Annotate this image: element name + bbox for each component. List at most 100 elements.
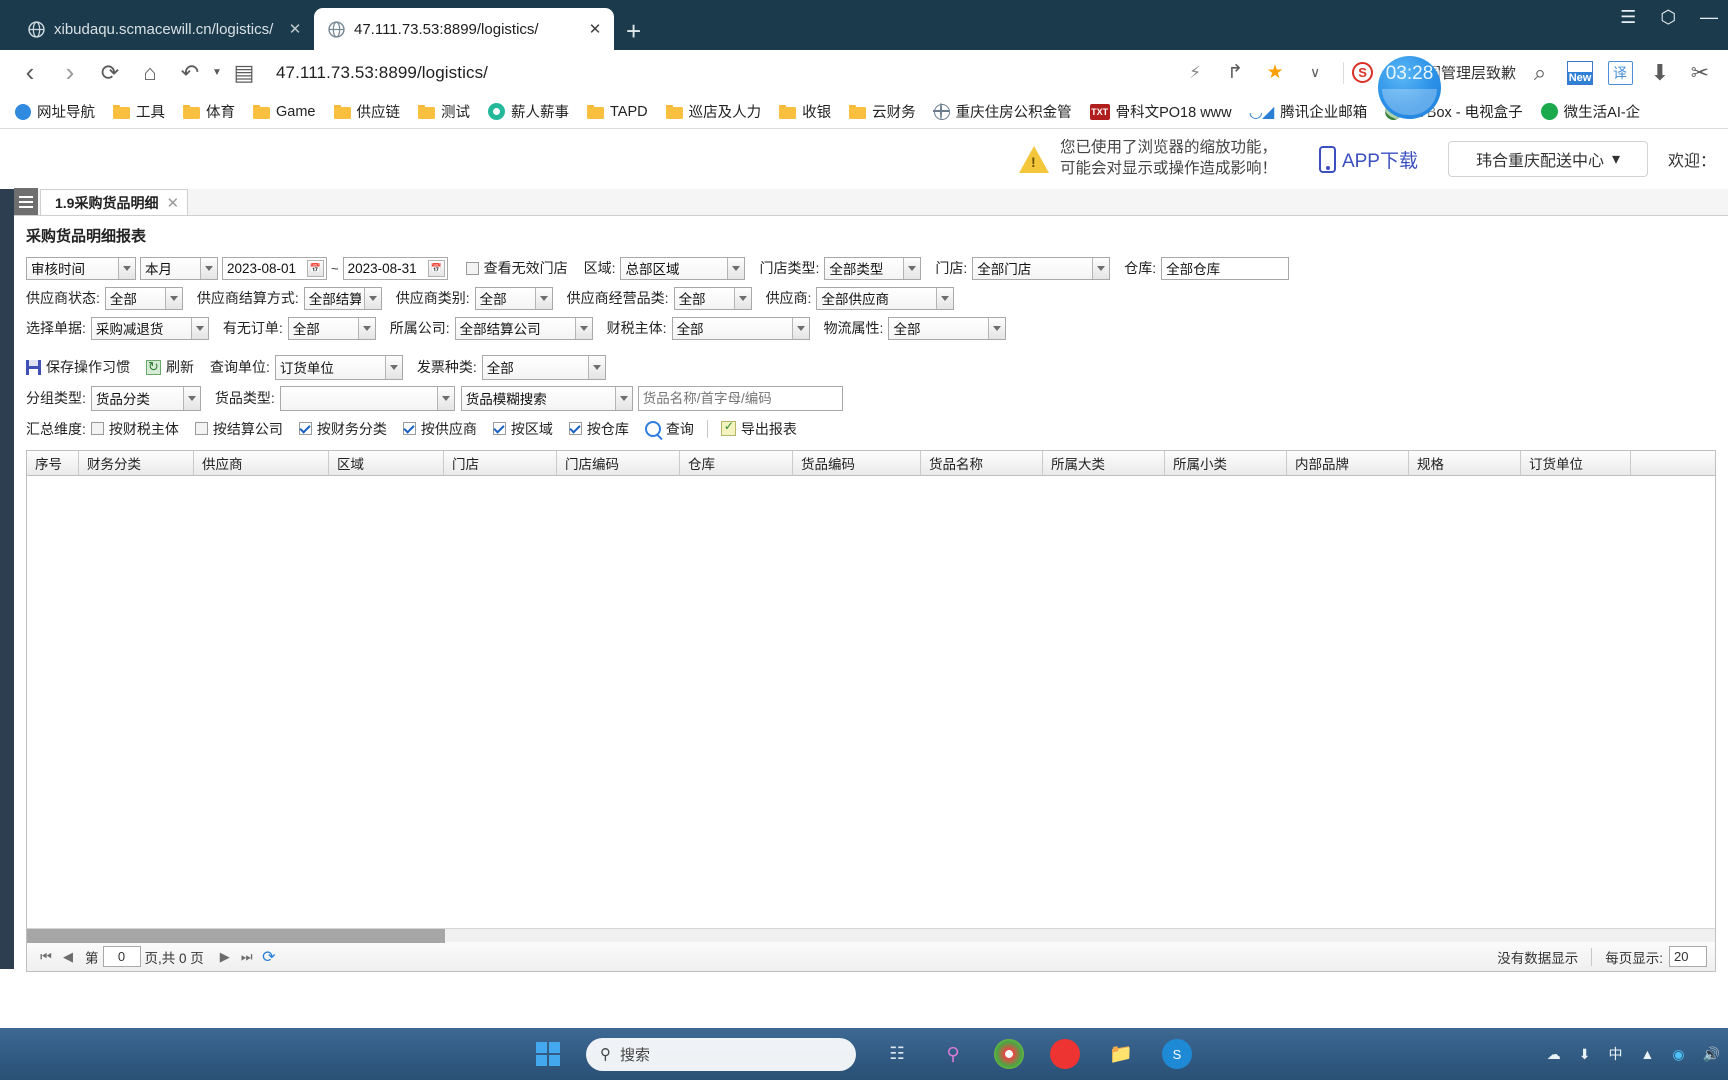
grid-column-header[interactable]: 门店 [444,451,557,475]
bookmark-item[interactable]: 重庆住房公积金管 [925,101,1081,122]
company-select[interactable]: 全部结算公司 [454,316,593,340]
query-unit-select[interactable]: 订货单位 [274,354,403,380]
date-to-input[interactable]: 2023-08-31 📅 [342,256,448,280]
warehouse-input[interactable]: 全部仓库 [1161,256,1290,280]
scrollbar-thumb[interactable] [27,929,445,943]
grid-column-header[interactable]: 所属大类 [1043,451,1165,475]
grid-column-header[interactable]: 所属小类 [1165,451,1287,475]
per-page-input[interactable]: 20 [1669,946,1707,967]
grid-column-header[interactable]: 门店编码 [557,451,680,475]
collections-icon[interactable]: ⬡ [1660,8,1676,26]
period-select[interactable]: 本月 [140,256,218,280]
tax-entity-select[interactable]: 全部 [671,316,810,340]
screenshot-icon[interactable]: ✂ [1680,56,1720,90]
document-select[interactable]: 采购减退货 [90,316,209,340]
reader-icon[interactable]: ▤ [224,56,264,90]
invalid-store-checkbox[interactable]: 查看无效门店 [465,258,568,278]
query-button[interactable]: 查询 [644,419,694,439]
settle-mode-select[interactable]: 全部结算 [303,286,382,310]
grid-column-header[interactable]: 订货单位 [1521,451,1631,475]
translate-icon[interactable]: 译 [1600,56,1640,90]
region-select[interactable]: 总部区域 [620,256,746,280]
last-page-button[interactable]: ⏭ [236,949,258,965]
share-icon[interactable]: ↱ [1215,56,1255,90]
dimension-check-tax-entity[interactable]: 按财税主体 [90,419,179,439]
time-type-select[interactable]: 审核时间 [26,256,136,280]
grid-column-header[interactable]: 内部品牌 [1287,451,1409,475]
store-select[interactable]: 全部门店 [972,256,1111,280]
fuzzy-search-input[interactable] [637,385,843,411]
reload-icon[interactable]: ⟳ [90,56,130,90]
cloud-icon[interactable]: ☁ [1547,1046,1561,1063]
supplier-status-select[interactable]: 全部 [104,286,183,310]
bookmark-item[interactable]: 网址导航 [6,101,104,122]
bookmark-item[interactable]: 供应链 [325,101,410,122]
bookmark-item[interactable]: 微生活AI-企 [1532,101,1650,122]
calendar-icon[interactable]: 📅 [427,259,445,277]
bookmark-item[interactable]: 测试 [409,101,479,122]
show-hidden-icons[interactable]: ▲ [1640,1046,1654,1062]
grid-column-header[interactable]: 财务分类 [79,451,194,475]
invoice-type-select[interactable]: 全部 [481,354,606,380]
refresh-icon[interactable]: ⟳ [258,947,280,967]
date-from-input[interactable]: 2023-08-01 📅 [222,256,327,280]
chevron-down-icon[interactable]: ▼ [210,56,224,90]
goods-type-select[interactable] [279,385,455,411]
back-icon[interactable]: ‹ [10,56,50,90]
windows-icon[interactable] [536,1042,560,1066]
ime-icon[interactable]: 中 [1608,1044,1622,1064]
home-icon[interactable]: ⌂ [130,56,170,90]
save-habit-button[interactable]: 保存操作习惯 [26,357,130,377]
group-type-select[interactable]: 货品分类 [90,385,201,411]
close-icon[interactable]: ✕ [586,20,604,38]
logistics-attr-select[interactable]: 全部 [888,316,1007,340]
has-order-select[interactable]: 全部 [287,316,376,340]
center-selector[interactable]: 玮合重庆配送中心 ▾ [1447,141,1648,177]
bookmark-item[interactable]: TAPD [578,104,657,120]
browser-tab-active[interactable]: 47.111.73.53:8899/logistics/ ✕ [314,8,614,50]
dimension-check-settle-company[interactable]: 按结算公司 [194,419,283,439]
magnifier-icon[interactable]: ⚲ [938,1039,968,1069]
bookmark-item[interactable]: Game [244,104,325,120]
star-icon[interactable]: ★ [1255,56,1295,90]
search-icon[interactable]: ⌕ [1520,56,1560,90]
export-button[interactable]: 导出报表 [720,419,797,439]
download-icon[interactable]: ⬇ [1579,1046,1591,1063]
dimension-check-region[interactable]: 按区域 [492,419,553,439]
chevron-down-icon[interactable]: ∨ [1295,56,1335,90]
module-tab[interactable]: 1.9采购货品明细 ✕ [40,189,189,215]
bookmark-item[interactable]: 体育 [174,101,244,122]
store-type-select[interactable]: 全部类型 [824,256,922,280]
supplier-category-select[interactable]: 全部 [474,286,553,310]
dimension-check-supplier[interactable]: 按供应商 [402,419,477,439]
address-bar[interactable]: 47.111.73.53:8899/logistics/ [264,56,1175,90]
bookmark-item[interactable]: 巡店及人力 [657,101,771,122]
horizontal-scrollbar[interactable] [27,928,1715,943]
bookmark-item[interactable]: ◡◢ 腾讯企业邮箱 [1241,101,1377,122]
fuzzy-search-mode-select[interactable]: 货品模糊搜索 [460,385,633,411]
grid-column-header[interactable]: 仓库 [680,451,793,475]
taskbar-search[interactable]: ⚲ 搜索 [586,1037,856,1071]
calendar-icon[interactable]: 📅 [307,259,324,277]
bookmark-item[interactable]: TXT 骨科文PO18 www [1081,101,1241,122]
new-tab-button[interactable]: + [626,18,641,44]
grid-column-header[interactable]: 区域 [329,451,444,475]
close-icon[interactable]: ✕ [166,194,179,212]
forward-icon[interactable]: › [50,56,90,90]
next-page-button[interactable]: ▶ [214,949,236,965]
minimize-icon[interactable]: — [1700,8,1718,26]
skype-icon[interactable]: S [1162,1039,1192,1069]
browser-tab-inactive[interactable]: xibudaqu.scmacewill.cn/logistics/ ✕ [14,8,314,50]
download-icon[interactable]: ⬇ [1640,56,1680,90]
bookmark-item[interactable]: 收银 [770,101,840,122]
task-view-icon[interactable]: ☷ [882,1039,912,1069]
dimension-check-finance-category[interactable]: 按财务分类 [298,419,387,439]
menu-toggle-icon[interactable] [14,188,38,215]
menu-icon[interactable]: ☰ [1620,8,1636,26]
bookmark-item[interactable]: 云财务 [840,101,925,122]
refresh-button[interactable]: 刷新 [146,357,194,377]
volume-icon[interactable]: 🔊 [1703,1046,1720,1063]
bookmark-item[interactable]: 工具 [104,101,174,122]
grid-column-header[interactable]: 供应商 [194,451,329,475]
explorer-icon[interactable]: 📁 [1106,1039,1136,1069]
